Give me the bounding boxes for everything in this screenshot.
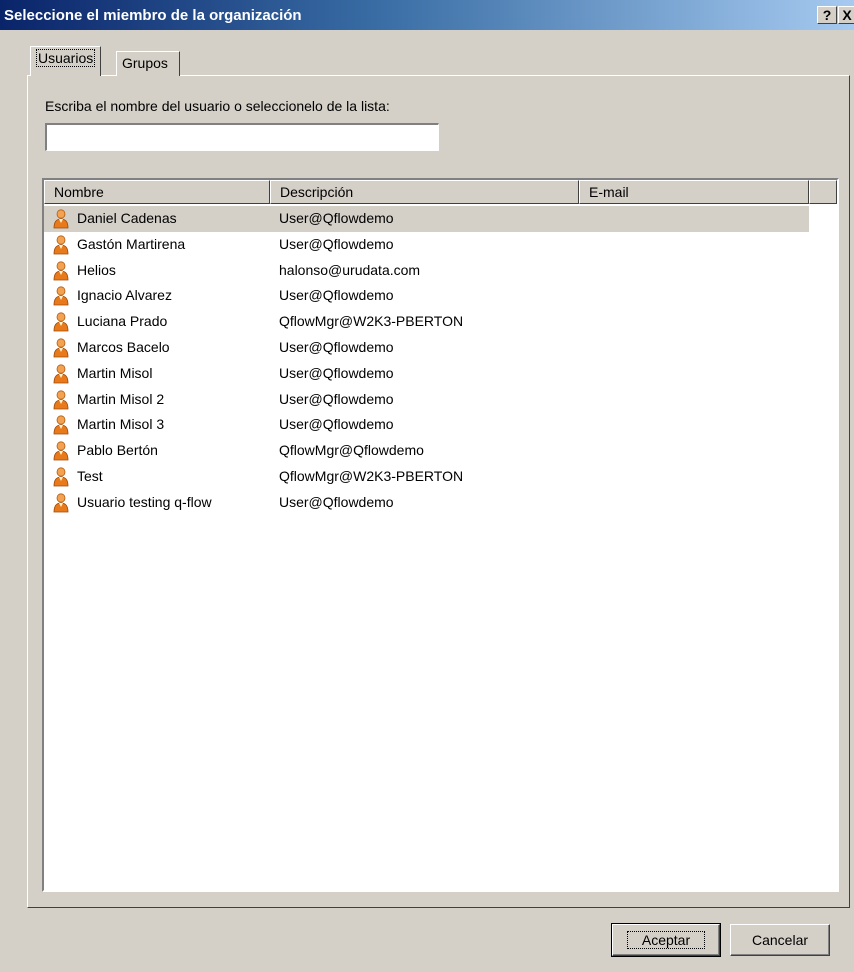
cell-nombre: Martin Misol	[77, 364, 153, 381]
user-name-input[interactable]	[45, 123, 439, 151]
list-rows: Daniel Cadenas User@Qflowdemo Gastón Marti…	[44, 206, 837, 516]
cell-descripcion: User@Qflowdemo	[279, 493, 394, 510]
cell-nombre: Gastón Martirena	[77, 235, 186, 252]
list-header: Nombre Descripción E-mail	[44, 180, 837, 204]
cell-descripcion: QflowMgr@Qflowdemo	[279, 442, 424, 459]
list-item[interactable]: Martin Misol User@Qflowdemo	[44, 361, 837, 387]
cell-descripcion: User@Qflowdemo	[279, 390, 394, 407]
aceptar-button[interactable]: Aceptar	[611, 923, 721, 957]
column-header-nombre[interactable]: Nombre	[44, 180, 270, 204]
cell-descripcion: User@Qflowdemo	[279, 235, 394, 252]
cell-nombre: Marcos Bacelo	[77, 338, 170, 355]
aceptar-button-label: Aceptar	[626, 931, 706, 949]
list-item[interactable]: Ignacio Alvarez User@Qflowdemo	[44, 283, 837, 309]
help-button[interactable]: ?	[817, 6, 837, 24]
column-header-email[interactable]: E-mail	[579, 180, 809, 204]
cell-descripcion: User@Qflowdemo	[279, 338, 394, 355]
user-icon	[53, 235, 69, 255]
search-prompt-label: Escriba el nombre del usuario o seleccio…	[45, 98, 390, 114]
cell-descripcion: User@Qflowdemo	[279, 287, 394, 304]
cell-descripcion: halonso@urudata.com	[279, 261, 421, 278]
list-item[interactable]: Usuario testing q-flow User@Qflowdemo	[44, 490, 837, 516]
cell-nombre: Helios	[77, 261, 116, 278]
column-header-descripcion[interactable]: Descripción	[270, 180, 579, 204]
cell-nombre: Test	[77, 467, 103, 484]
cancelar-button[interactable]: Cancelar	[730, 924, 830, 956]
user-list[interactable]: Nombre Descripción E-mail Daniel Cadenas…	[42, 178, 839, 892]
list-item[interactable]: Luciana Prado QflowMgr@W2K3-PBERTON	[44, 309, 837, 335]
tab-usuarios-label: Usuarios	[36, 49, 96, 67]
cell-descripcion: User@Qflowdemo	[279, 210, 394, 226]
tab-usuarios[interactable]: Usuarios	[30, 46, 102, 76]
list-item[interactable]: Test QflowMgr@W2K3-PBERTON	[44, 464, 837, 490]
user-icon	[53, 415, 69, 435]
list-item[interactable]: Gastón Martirena User@Qflowdemo	[44, 232, 837, 258]
user-icon	[53, 441, 69, 461]
list-item[interactable]: Daniel Cadenas User@Qflowdemo	[44, 206, 837, 232]
list-item[interactable]: Helios halonso@urudata.com	[44, 258, 837, 284]
user-icon	[53, 467, 69, 487]
user-icon	[53, 260, 69, 281]
user-icon	[53, 493, 69, 513]
window-title: Seleccione el miembro de la organización	[4, 6, 302, 24]
user-icon	[53, 286, 69, 306]
cell-nombre: Martin Misol 3	[77, 416, 165, 433]
cell-nombre: Pablo Bertón	[77, 442, 158, 459]
close-button[interactable]: X	[838, 6, 854, 24]
list-item[interactable]: Martin Misol 2 User@Qflowdemo	[44, 387, 837, 413]
user-icon	[53, 364, 69, 384]
cell-descripcion: QflowMgr@W2K3-PBERTON	[279, 467, 464, 484]
cell-nombre: Usuario testing q-flow	[77, 493, 212, 510]
user-icon	[53, 338, 69, 358]
user-icon	[53, 389, 69, 410]
cell-descripcion: User@Qflowdemo	[279, 416, 394, 433]
title-bar[interactable]: Seleccione el miembro de la organización…	[0, 0, 854, 30]
cell-nombre: Luciana Prado	[77, 313, 168, 330]
cell-descripcion: QflowMgr@W2K3-PBERTON	[279, 313, 464, 330]
user-icon	[53, 312, 69, 332]
list-item[interactable]: Pablo Bertón QflowMgr@Qflowdemo	[44, 438, 837, 464]
cell-descripcion: User@Qflowdemo	[279, 364, 394, 381]
list-item[interactable]: Marcos Bacelo User@Qflowdemo	[44, 335, 837, 361]
list-item[interactable]: Martin Misol 3 User@Qflowdemo	[44, 412, 837, 438]
cell-nombre: Daniel Cadenas	[77, 210, 177, 226]
user-icon	[53, 209, 69, 229]
tab-grupos[interactable]: Grupos	[116, 51, 180, 76]
column-header-filler	[809, 180, 837, 204]
cell-nombre: Martin Misol 2	[77, 390, 165, 407]
cell-nombre: Ignacio Alvarez	[77, 287, 172, 304]
